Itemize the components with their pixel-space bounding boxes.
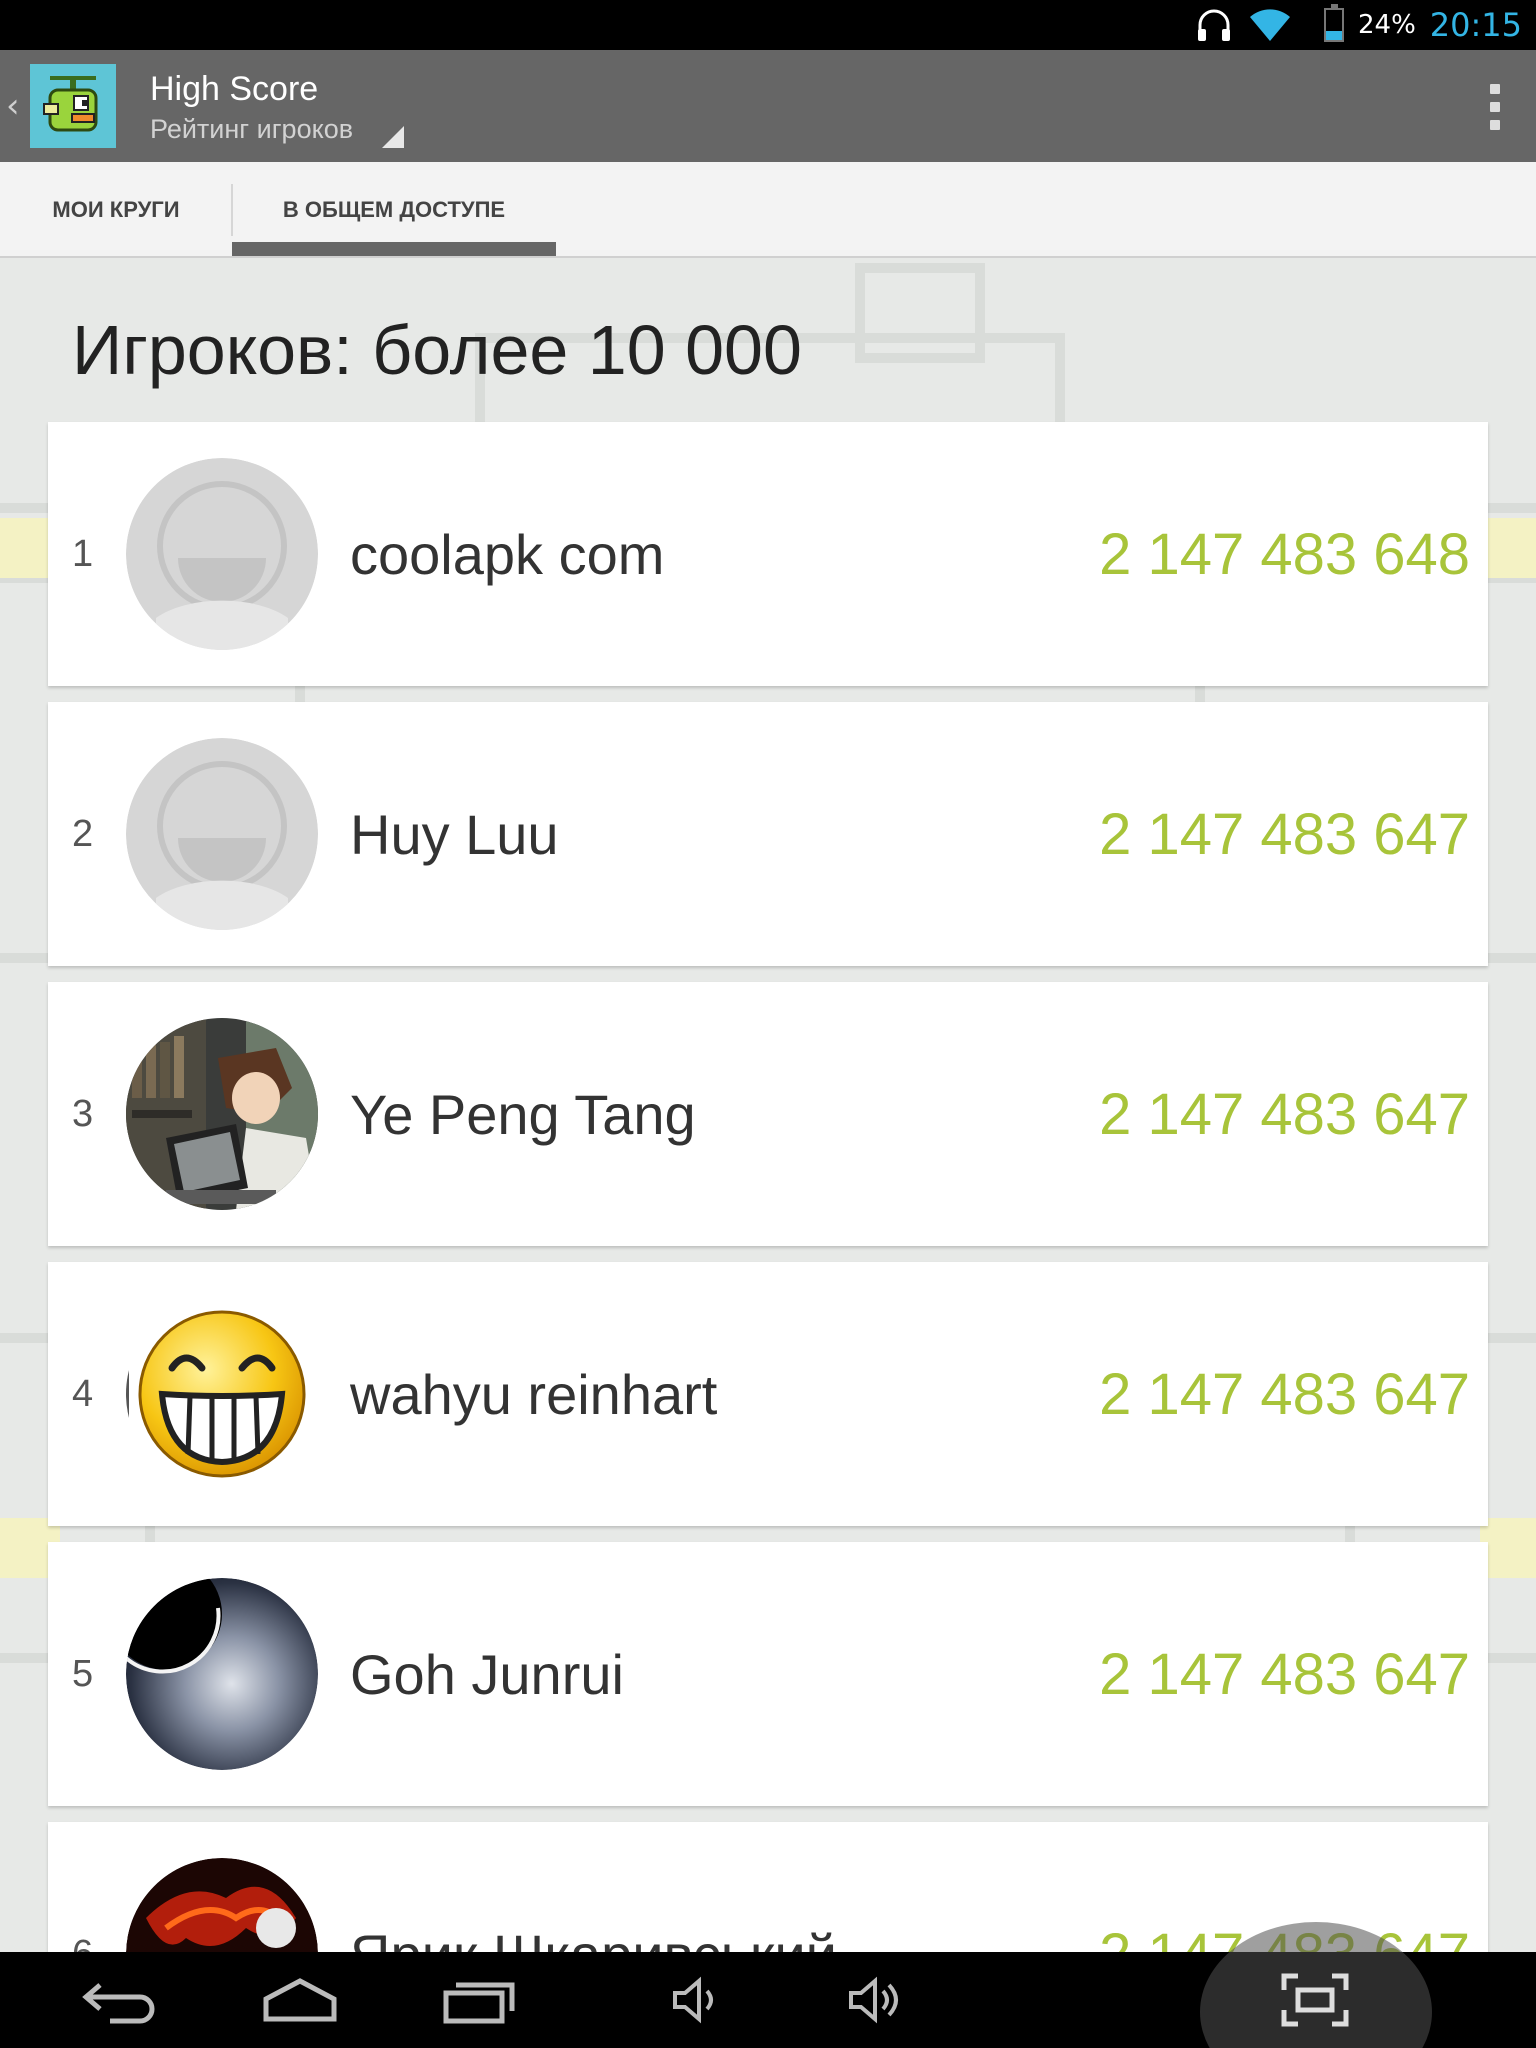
leaderboard-row[interactable]: 1 coolapk com 2 147 483 648 <box>48 422 1488 686</box>
leaderboard-row[interactable]: 3 Ye Peng Tang 2 147 483 647 <box>48 982 1488 1246</box>
player-name: coolapk com <box>350 522 665 586</box>
leaderboard-content[interactable]: Игроков: более 10 000 1 coolapk com 2 14… <box>0 258 1536 1952</box>
overflow-menu-icon[interactable] <box>1490 84 1502 130</box>
recents-button[interactable] <box>420 1952 540 2048</box>
red-fire-avatar <box>126 1858 318 1952</box>
anime-character-avatar <box>126 1018 318 1210</box>
leaderboard-row[interactable]: 5 Goh Junrui 2 147 483 647 <box>48 1542 1488 1806</box>
player-score: 2 147 483 647 <box>1099 1081 1470 1147</box>
tab-selected-indicator <box>232 242 556 256</box>
rank: 5 <box>72 1652 94 1695</box>
default-avatar-icon <box>126 458 318 650</box>
eclipse-avatar <box>126 1578 318 1770</box>
rank: 2 <box>72 812 94 855</box>
spinner-dropdown-icon[interactable] <box>382 126 404 148</box>
battery-icon <box>1323 4 1344 42</box>
headphones-icon <box>1197 9 1230 41</box>
battery-percent: 24% <box>1357 10 1416 40</box>
tab-bar: МОИ КРУГИ В ОБЩЕМ ДОСТУПЕ <box>0 162 1536 258</box>
home-button[interactable] <box>240 1952 360 2048</box>
action-bar: ‹ High Score Рейтинг игроков <box>0 50 1536 162</box>
system-nav-bar <box>0 1922 1536 2048</box>
grinning-smiley-avatar <box>126 1298 318 1490</box>
player-name: wahyu reinhart <box>350 1362 718 1426</box>
app-icon[interactable] <box>30 64 116 148</box>
clock: 20:15 <box>1429 6 1522 44</box>
leaderboard-spinner[interactable]: Рейтинг игроков <box>150 114 353 145</box>
player-name: Ярик Шкаривський <box>350 1822 837 1953</box>
rank: 3 <box>72 1092 94 1135</box>
screenshot-button[interactable] <box>1260 1952 1370 2048</box>
screenshot-icon <box>1281 1973 1349 2027</box>
player-name: Ye Peng Tang <box>350 1082 696 1146</box>
volume-up-icon <box>849 1976 898 2024</box>
leaderboard-row[interactable]: 4 wahyu reinhart 2 147 483 647 <box>48 1262 1488 1526</box>
rank: 4 <box>72 1372 94 1415</box>
player-count: Игроков: более 10 000 <box>72 311 802 389</box>
volume-down-button[interactable] <box>640 1952 750 2048</box>
player-score: 2 147 483 647 <box>1099 1641 1470 1707</box>
rank: 6 <box>72 1822 93 1953</box>
default-avatar-icon <box>126 738 318 930</box>
player-name: Goh Junrui <box>350 1642 624 1706</box>
player-name: Huy Luu <box>350 802 559 866</box>
app-title: High Score <box>150 70 319 108</box>
status-bar: 24% 20:15 <box>0 0 1536 50</box>
bird-icon <box>30 64 116 148</box>
volume-down-icon <box>673 1976 713 2024</box>
recents-icon <box>443 1982 515 2024</box>
tab-my-circles[interactable]: МОИ КРУГИ <box>0 162 232 258</box>
player-score: 2 147 483 648 <box>1099 521 1470 587</box>
rank: 1 <box>72 532 94 575</box>
back-icon <box>82 1983 155 2024</box>
leaderboard-row[interactable]: 2 Huy Luu 2 147 483 647 <box>48 702 1488 966</box>
wifi-icon <box>1249 9 1290 41</box>
player-score: 2 147 483 647 <box>1099 1361 1470 1427</box>
volume-up-button[interactable] <box>820 1952 930 2048</box>
home-icon <box>263 1978 337 2022</box>
up-navigation-icon[interactable]: ‹ <box>6 86 20 126</box>
back-button[interactable] <box>60 1952 180 2048</box>
player-score: 2 147 483 647 <box>1099 801 1470 867</box>
